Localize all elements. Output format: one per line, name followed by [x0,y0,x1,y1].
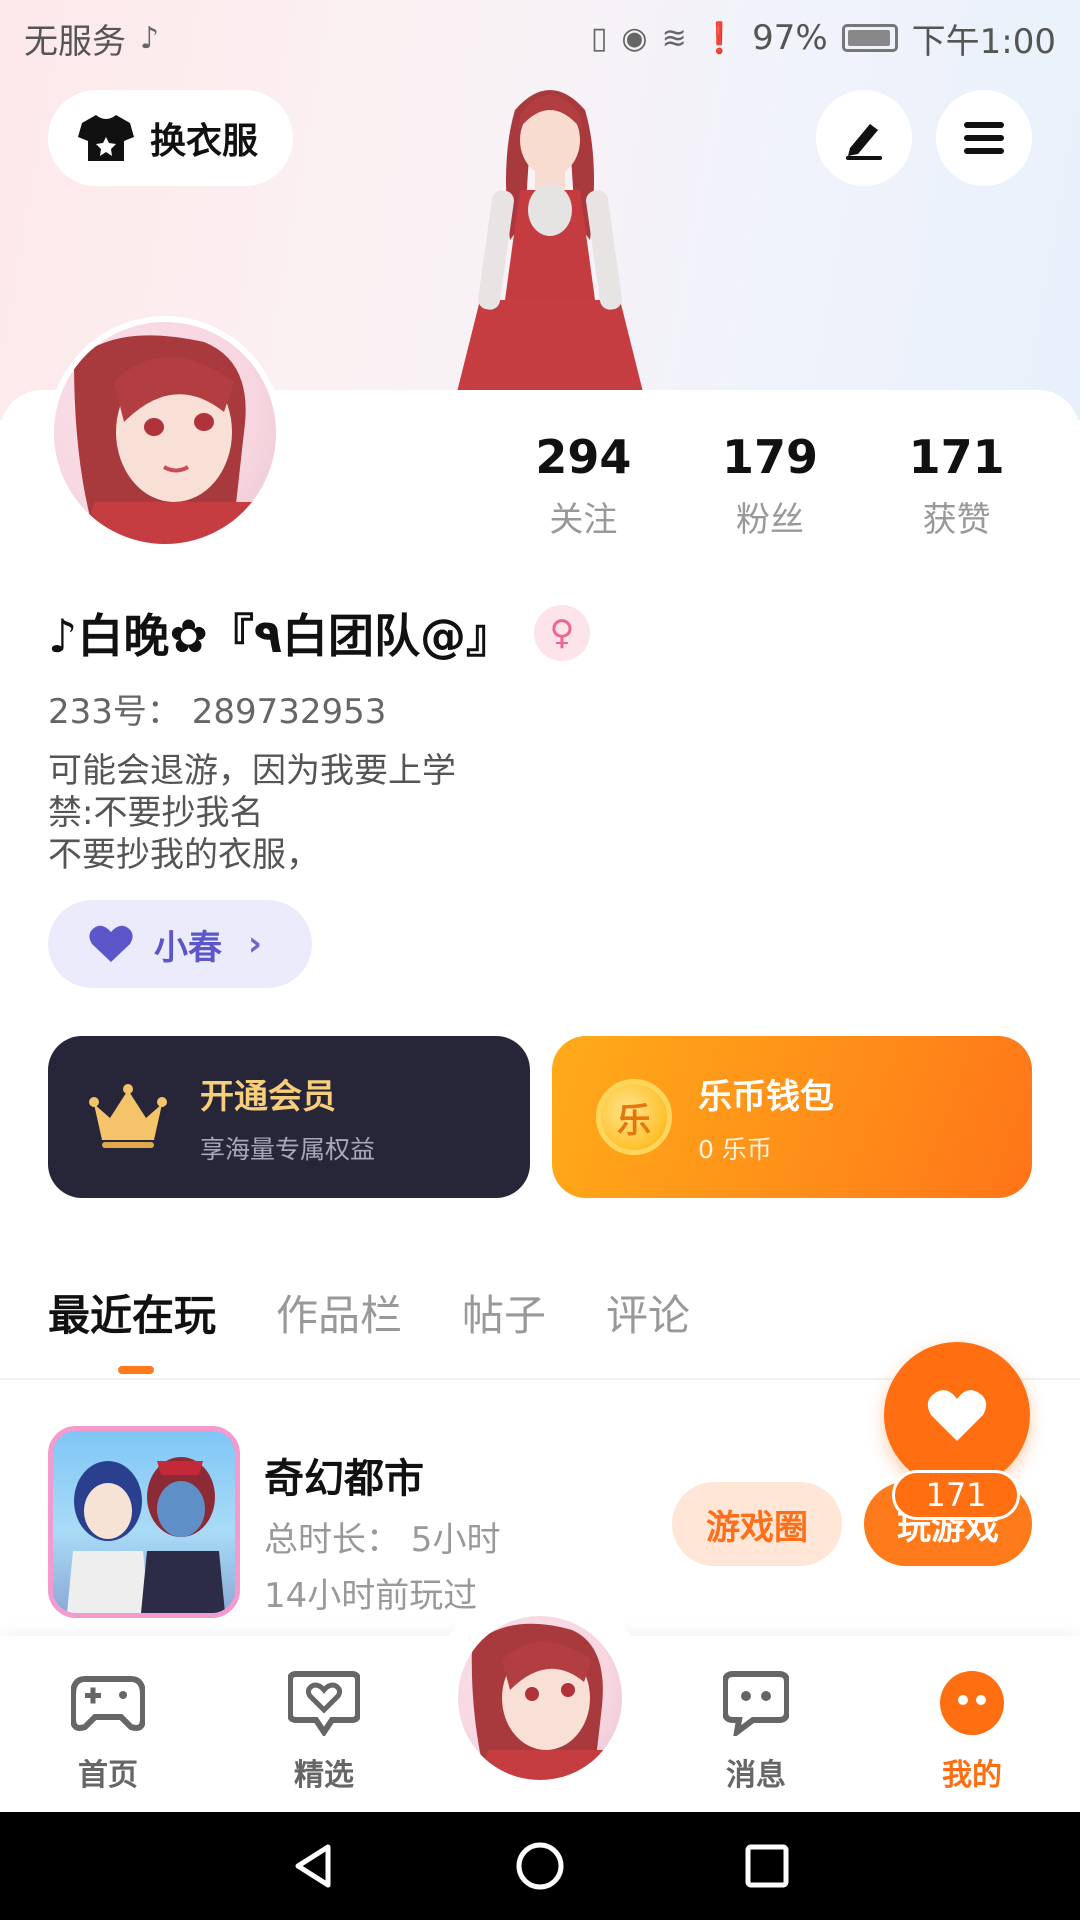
stat-label: 关注 [549,500,618,540]
status-bar: 无服务 ♪ ▯ ◉ ≋ ❗ 97% 下午1:00 [0,0,1080,76]
vibrate-icon: ▯ [590,20,608,56]
crown-icon [89,1084,167,1148]
vip-subtitle: 享海量专属权益 [200,1134,376,1164]
wallet-card[interactable]: 乐 乐币钱包 0 乐币 [552,1036,1032,1198]
wifi-icon: ≋ [661,20,687,56]
wallet-balance: 0 乐币 [698,1134,772,1164]
edit-profile-button[interactable] [816,90,912,186]
partner-tag[interactable]: 小春 › [48,900,312,988]
wallet-title: 乐币钱包 [698,1076,834,1117]
message-icon [719,1666,793,1740]
user-id: 233号： 289732953 [48,692,387,732]
tab-recent-played[interactable]: 最近在玩 [48,1282,216,1374]
status-left: 无服务 ♪ [24,14,159,63]
stat-likes[interactable]: 171 获赞 [863,430,1050,541]
nav-label: 首页 [78,1758,138,1793]
center-avatar-illustration [471,1623,616,1780]
center-avatar-button[interactable] [454,1612,626,1784]
change-outfit-button[interactable]: 换衣服 [48,90,293,186]
character-figure [450,90,650,420]
bio-line: 禁:不要抄我名 [48,793,264,833]
stat-number: 179 [721,430,819,484]
clock: 下午1:00 [911,21,1056,62]
nav-label: 我的 [942,1758,1002,1793]
home-icon[interactable] [515,1841,565,1891]
heart-icon [89,925,133,962]
change-outfit-label: 换衣服 [150,121,259,162]
nav-messages[interactable]: 消息 [676,1666,836,1794]
menu-button[interactable] [936,90,1032,186]
battery-icon [841,24,898,52]
vip-text: 开通会员 享海量专属权益 [200,1069,375,1166]
recents-icon[interactable] [742,1841,792,1891]
coin-icon: 乐 [596,1079,672,1155]
shirt-icon [78,113,134,163]
stat-label: 获赞 [922,500,991,540]
nav-mine[interactable]: 我的 [892,1666,1052,1794]
carrier-text: 无服务 [24,21,126,62]
tiktok-icon: ♪ [140,20,160,56]
stat-number: 171 [908,430,1005,484]
nav-featured[interactable]: 精选 [244,1666,404,1794]
vip-title: 开通会员 [200,1076,336,1117]
stat-number: 294 [535,430,632,484]
profile-tabs: 最近在玩 作品栏 帖子 评论 [48,1282,690,1374]
status-right: ▯ ◉ ≋ ❗ 97% 下午1:00 [591,14,1056,63]
nav-home[interactable]: 首页 [28,1666,188,1794]
pen-icon [846,124,882,160]
gamepad-icon [71,1666,145,1740]
nav-label: 消息 [726,1758,786,1793]
like-button[interactable] [884,1342,1030,1488]
avatar-illustration [74,335,264,544]
bio: 可能会退游，因为我要上学 禁:不要抄我名 不要抄我的衣服， [48,750,456,876]
nav-label: 精选 [294,1758,354,1793]
vip-membership-card[interactable]: 开通会员 享海量专属权益 [48,1036,530,1198]
game-name: 奇幻都市 [264,1456,424,1502]
profile-stats: 294 关注 179 粉丝 171 获赞 [490,430,1050,541]
game-circle-button[interactable]: 游戏圈 [672,1482,842,1566]
eye-icon: ◉ [621,20,648,56]
system-nav-bar [0,1812,1080,1920]
game-last-played: 14小时前玩过 [264,1576,478,1616]
face-icon [935,1666,1009,1740]
stat-followers[interactable]: 179 粉丝 [677,430,864,541]
wallet-text: 乐币钱包 0 乐币 [698,1069,834,1166]
stat-label: 粉丝 [736,500,804,540]
bio-line: 不要抄我的衣服， [48,835,320,875]
game-thumbnail-art [67,1457,225,1613]
game-duration: 总时长： 5小时 [264,1520,501,1560]
username-row: ♪白晚✿『٩白团队@』 ♀ [48,600,590,666]
profile-avatar[interactable] [48,316,282,550]
back-icon[interactable] [288,1841,338,1891]
tab-comments[interactable]: 评论 [606,1282,690,1343]
battery-percent: 97% [752,18,828,58]
like-count: 171 [892,1470,1020,1520]
tab-works[interactable]: 作品栏 [276,1282,402,1343]
partner-tag-label: 小春 [154,927,222,968]
chevron-right-icon: › [248,924,263,964]
alert-icon: ❗ [700,20,739,56]
heart-icon [927,1390,987,1441]
game-thumbnail[interactable] [48,1426,240,1618]
heart-chat-icon [287,1666,361,1740]
bio-line: 可能会退游，因为我要上学 [48,751,456,791]
hamburger-icon [964,122,1004,154]
tab-posts[interactable]: 帖子 [462,1282,546,1343]
username: ♪白晚✿『٩白团队@』 [48,609,512,663]
game-meta: 总时长： 5小时 14小时前玩过 [264,1512,500,1624]
female-icon: ♀ [533,605,590,661]
stat-following[interactable]: 294 关注 [490,430,677,541]
